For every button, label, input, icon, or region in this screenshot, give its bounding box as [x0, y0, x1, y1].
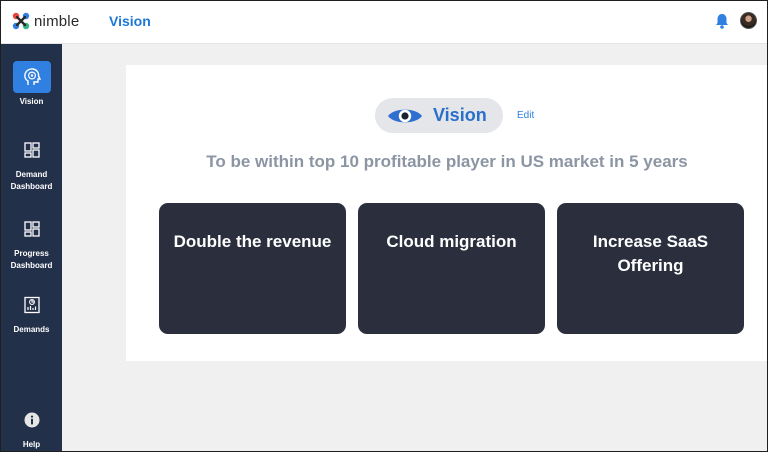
- app-logo[interactable]: nimble: [12, 12, 79, 30]
- sidebar-item-vision[interactable]: Vision: [1, 61, 62, 108]
- goal-card[interactable]: Cloud migration: [358, 203, 545, 334]
- sidebar-item-label: Vision: [19, 97, 44, 106]
- vision-pill: Vision: [375, 98, 503, 133]
- goal-text: Cloud migration: [386, 232, 517, 251]
- nav-icon-container: [13, 134, 51, 166]
- goal-card[interactable]: Increase SaaS Offering: [557, 203, 744, 334]
- edit-link[interactable]: Edit: [517, 110, 534, 121]
- sidebar-item-label: Help: [22, 440, 41, 449]
- nav-icon-container: [13, 289, 51, 321]
- sidebar-item-help[interactable]: Help: [1, 404, 62, 451]
- nav-icon-container: [12, 61, 51, 93]
- user-avatar[interactable]: [740, 12, 757, 29]
- page-title: Vision: [109, 13, 151, 29]
- vision-label: Vision: [433, 105, 487, 125]
- sidebar-item-progress-dashboard[interactable]: Progress Dashboard: [1, 213, 62, 272]
- goal-text: Increase SaaS Offering: [592, 232, 709, 275]
- brand-name: nimble: [34, 12, 80, 30]
- app-window: nimble Vision Vision Demand Dashboard Pr…: [0, 0, 768, 452]
- nimble-logo-icon: [12, 12, 30, 30]
- target-head-icon: [23, 68, 41, 85]
- sidebar-item-label: Demand Dashboard: [10, 170, 53, 191]
- nav-icon-container: [13, 404, 51, 436]
- top-bar: nimble Vision: [1, 1, 767, 44]
- info-icon: [24, 412, 39, 428]
- eye-icon: [388, 109, 422, 122]
- sidebar-item-demand-dashboard[interactable]: Demand Dashboard: [1, 134, 62, 193]
- sidebar-item-demands[interactable]: Demands: [1, 289, 62, 336]
- bell-icon[interactable]: [715, 13, 729, 29]
- goal-card[interactable]: Double the revenue: [159, 203, 346, 334]
- grid-layout-icon: [23, 221, 40, 237]
- sidebar: Vision Demand Dashboard Progress Dashboa…: [1, 44, 62, 451]
- chart-clipboard-icon: [23, 296, 40, 314]
- nav-icon-container: [13, 213, 51, 245]
- sidebar-item-label: Progress Dashboard: [10, 249, 53, 270]
- sidebar-item-label: Demands: [13, 325, 50, 334]
- goal-text: Double the revenue: [173, 232, 332, 251]
- vision-statement: To be within top 10 profitable player in…: [206, 152, 688, 171]
- vision-card: Vision Edit To be within top 10 profitab…: [126, 65, 767, 361]
- grid-layout-icon: [23, 142, 40, 158]
